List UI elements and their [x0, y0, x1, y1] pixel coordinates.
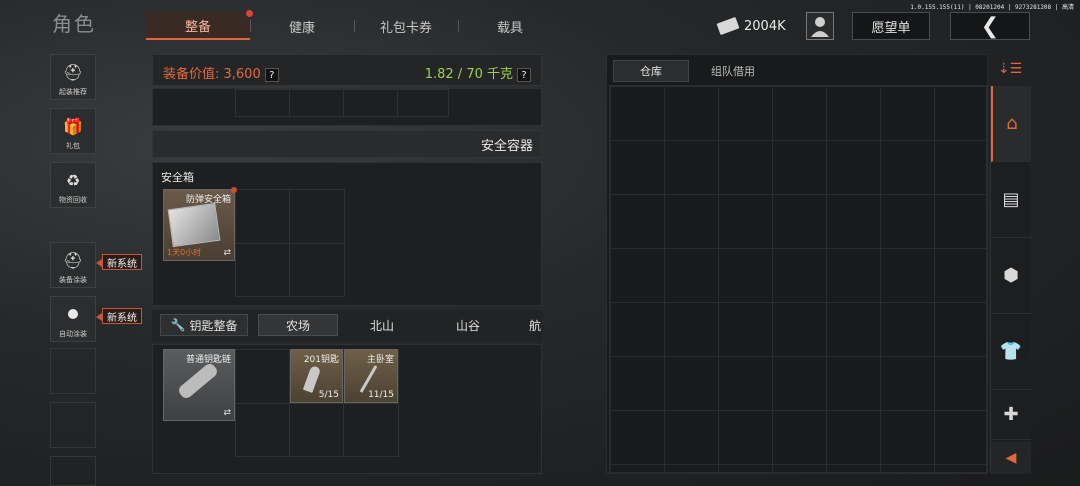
- sidebar-item-label: 礼包: [66, 142, 80, 150]
- item-count: 5/15: [318, 390, 339, 400]
- tab-storage[interactable]: 仓库: [613, 60, 689, 82]
- back-button[interactable]: ❮: [950, 12, 1030, 40]
- grid-line: [397, 89, 398, 117]
- key-tabs-bar: 🔧 钥匙整备 农场 北山 山谷 航: [152, 310, 542, 342]
- grid-slot-group[interactable]: [235, 89, 449, 117]
- paint-helmet-icon: ⛑: [62, 250, 84, 270]
- currency-display[interactable]: 2004K: [716, 12, 788, 40]
- key-loadout-label: 钥匙整备: [189, 318, 238, 333]
- empty-slot: [50, 348, 96, 394]
- gear-value-text: 装备价值: 3,600: [163, 67, 261, 82]
- tab-valley[interactable]: 山谷: [424, 314, 512, 336]
- timer-text: 1天0小时: [167, 248, 202, 257]
- key-loadout-button[interactable]: 🔧 钥匙整备: [160, 314, 248, 336]
- grid-line: [289, 89, 290, 117]
- safe-box-label: 安全箱: [161, 171, 194, 184]
- key-master-bedroom-item[interactable]: 主卧室 11/15: [344, 349, 398, 403]
- chevron-left-icon: ❮: [980, 13, 1000, 39]
- swap-icon[interactable]: ⇄: [223, 408, 231, 418]
- avatar[interactable]: [806, 12, 834, 40]
- operator-icon: [811, 17, 829, 37]
- new-system-tag: 新系统: [96, 308, 142, 324]
- toggle-icon: [60, 301, 86, 327]
- tab-prepare-label: 整备: [184, 19, 211, 35]
- key-icon: [359, 365, 378, 393]
- weight-display: 1.82 / 70 千克?: [425, 63, 531, 82]
- shirt-icon[interactable]: 👕: [991, 314, 1031, 390]
- empty-slot: [50, 456, 96, 486]
- helmet-icon: ⛑: [62, 62, 84, 82]
- storage-panel: 仓库 组队借用: [606, 54, 988, 474]
- secure-container-title: 安全容器: [152, 130, 542, 158]
- sort-icon[interactable]: ⇣☰: [990, 54, 1030, 84]
- sidebar-item-label: 装备涂装: [59, 276, 87, 284]
- tab-team-borrow[interactable]: 组队借用: [693, 60, 773, 82]
- grid-line: [235, 243, 345, 244]
- gear-value: 装备价值: 3,600?: [163, 63, 279, 82]
- tab-health[interactable]: 健康: [250, 12, 354, 40]
- currency-amount: 2004K: [744, 18, 786, 34]
- item-name: 201钥匙: [303, 355, 339, 365]
- sidebar-item-auto-paint[interactable]: 自动涂装: [50, 296, 96, 342]
- sidebar-item-recycle[interactable]: ♻ 物资回收: [50, 162, 96, 208]
- help-button[interactable]: ?: [264, 68, 279, 82]
- tab-gift-cards[interactable]: 礼包卡券: [354, 12, 458, 40]
- gift-icon: 🎁: [63, 116, 83, 136]
- tab-vehicles[interactable]: 载具: [458, 12, 562, 40]
- key-panel: 普通钥匙链 ⇄ 201钥匙 5/15 主卧室 11/15: [152, 344, 542, 474]
- notification-dot: [231, 187, 237, 193]
- page-title: 角色: [52, 12, 96, 36]
- keychain-item[interactable]: 普通钥匙链 ⇄: [163, 349, 235, 421]
- key-icon: 🔧: [170, 318, 186, 332]
- grid-line: [235, 403, 399, 404]
- key-201-item[interactable]: 201钥匙 5/15: [290, 349, 343, 403]
- version-text: 1.0.155.155(11) | 08201204 | 9273281208 …: [910, 4, 1074, 11]
- gear-value-bar: 装备价值: 3,600? 1.82 / 70 千克?: [152, 54, 542, 86]
- sidebar-item-label: 物资回收: [59, 196, 87, 204]
- empty-slot: [50, 402, 96, 448]
- cash-icon: [716, 16, 740, 36]
- keychain-icon: [176, 361, 220, 401]
- item-count: 11/15: [368, 390, 394, 400]
- sidebar-item-gear-paint[interactable]: ⛑ 装备涂装: [50, 242, 96, 288]
- swap-icon[interactable]: ⇄: [223, 248, 231, 258]
- collapse-left-icon[interactable]: ◀: [991, 442, 1031, 474]
- item-name: 主卧室: [366, 355, 394, 365]
- game-screen: 1.0.155.155(11) | 08201204 | 9273281208 …: [0, 0, 1080, 486]
- case-icon: [167, 202, 221, 248]
- storage-category-bar: ⌂ ▤ ⬢ 👕 ✚ ◀: [990, 86, 1031, 474]
- key-icon: [302, 365, 322, 393]
- storage-grid[interactable]: [609, 85, 987, 473]
- help-button[interactable]: ?: [517, 68, 531, 82]
- tab-more[interactable]: 航: [528, 314, 542, 336]
- box-icon[interactable]: ⬢: [991, 238, 1031, 314]
- recycle-icon: ♻: [65, 170, 81, 190]
- sidebar-item-label: 起装推荐: [59, 88, 87, 96]
- new-system-tag: 新系统: [96, 254, 142, 270]
- tab-farm[interactable]: 农场: [258, 314, 338, 336]
- medkit-icon[interactable]: ✚: [991, 390, 1031, 440]
- home-icon[interactable]: ⌂: [991, 86, 1031, 162]
- safe-box-item[interactable]: 防弹安全箱 1天0小时 ⇄: [163, 187, 237, 261]
- sidebar-item-gift[interactable]: 🎁 礼包: [50, 108, 96, 154]
- safe-box-panel: 安全箱 防弹安全箱 1天0小时 ⇄: [152, 162, 542, 306]
- tab-north-hill[interactable]: 北山: [342, 314, 422, 336]
- sidebar-item-loadout-recommend[interactable]: ⛑ 起装推荐: [50, 54, 96, 100]
- sidebar-item-label: 自动涂装: [59, 330, 87, 338]
- grid-line: [343, 89, 344, 117]
- weight-text: 1.82 / 70 千克: [424, 67, 513, 82]
- tab-prepare[interactable]: 整备: [146, 10, 253, 40]
- backpack-strip: [152, 88, 542, 126]
- container-icon[interactable]: ▤: [991, 162, 1031, 238]
- wishlist-button[interactable]: 愿望单: [852, 12, 930, 40]
